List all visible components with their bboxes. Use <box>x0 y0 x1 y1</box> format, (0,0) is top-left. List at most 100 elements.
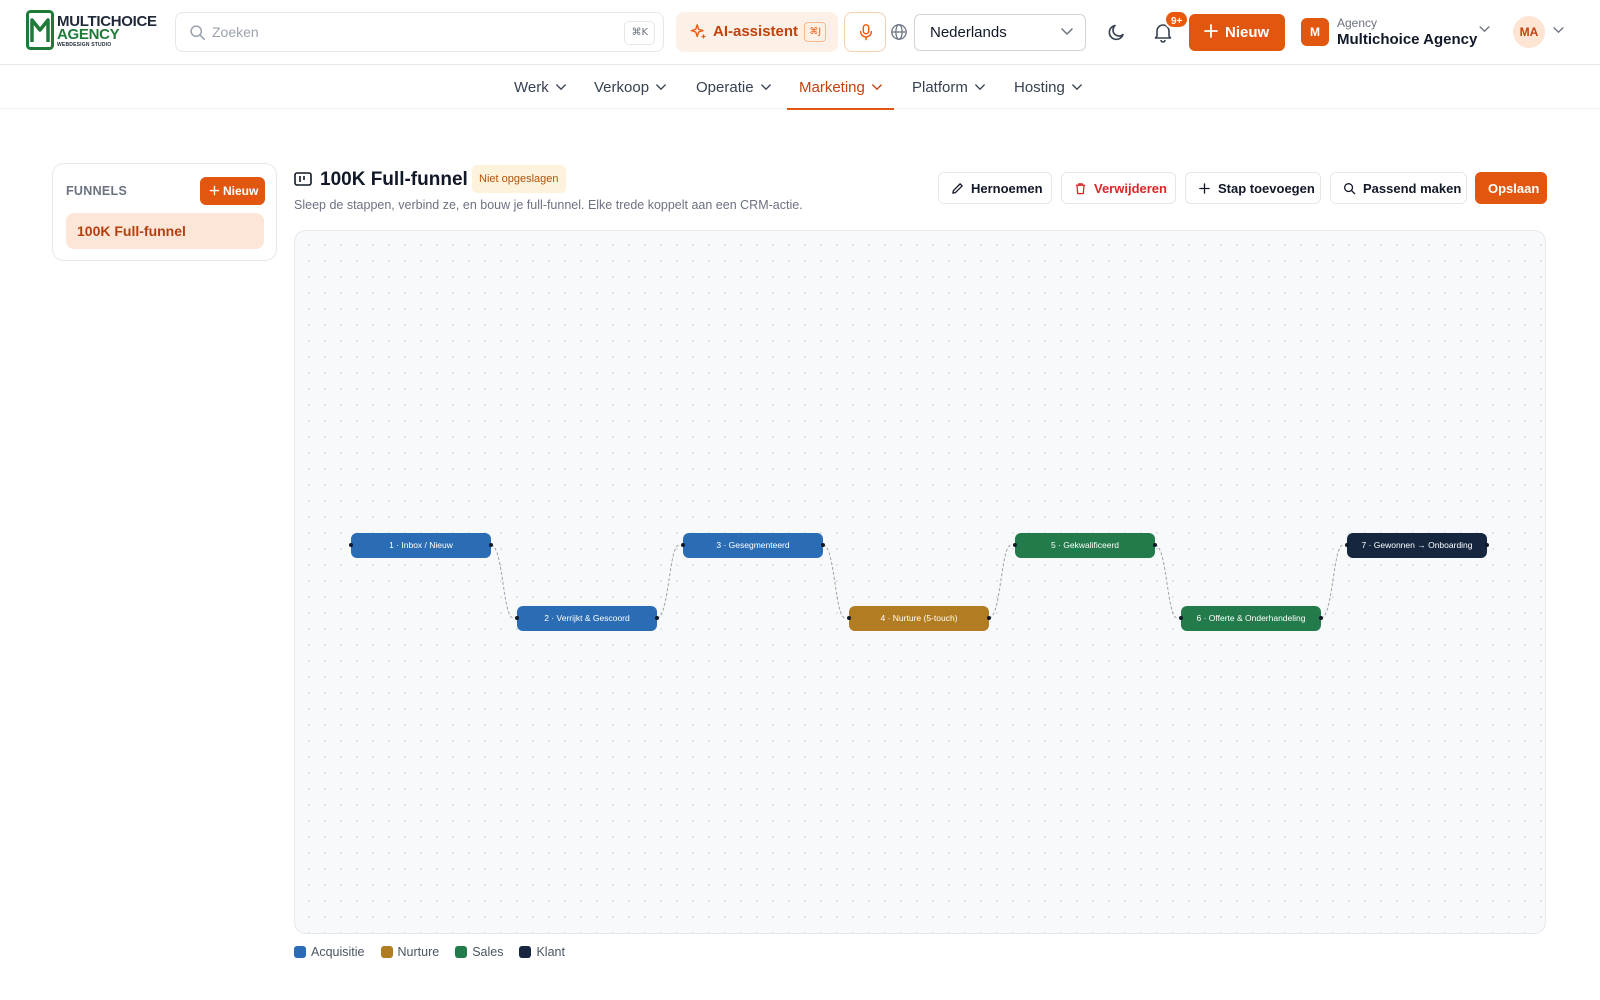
plus-icon <box>1199 183 1210 194</box>
chevron-down-icon <box>975 83 985 90</box>
nav-item-werk[interactable]: Werk <box>514 65 566 109</box>
node-output-handle[interactable] <box>489 543 493 547</box>
legend-label: Sales <box>472 945 504 959</box>
funnel-step-node[interactable]: 7 · Gewonnen → Onboarding <box>1345 533 1489 558</box>
node-input-handle[interactable] <box>847 616 851 620</box>
funnel-step-node[interactable]: 6 · Offerte & Onderhandeling <box>1179 606 1323 631</box>
search-icon <box>190 25 206 41</box>
node-output-handle[interactable] <box>987 616 991 620</box>
node-input-handle[interactable] <box>681 543 685 547</box>
funnel-step-node[interactable]: 3 · Gesegmenteerd <box>681 533 825 558</box>
node-output-handle[interactable] <box>1319 616 1323 620</box>
node-output-handle[interactable] <box>1485 543 1489 547</box>
rename-label: Hernoemen <box>971 181 1043 196</box>
save-button[interactable]: Opslaan <box>1475 172 1547 204</box>
chevron-down-icon <box>1553 27 1564 34</box>
funnel-step-label: 3 · Gesegmenteerd <box>716 540 790 550</box>
chevron-down-icon <box>555 83 566 90</box>
new-funnel-button[interactable]: Nieuw <box>200 177 265 205</box>
search-input[interactable] <box>212 21 592 43</box>
nav-item-marketing[interactable]: Marketing <box>787 65 894 110</box>
ai-assistant-button[interactable]: AI-assistent ⌘J <box>676 12 838 52</box>
legend-item-sales: Sales <box>455 945 503 959</box>
funnel-edges <box>490 544 1344 619</box>
chevron-down-icon <box>1061 28 1073 35</box>
funnel-edge <box>1154 544 1178 619</box>
nav-item-label: Verkoop <box>594 78 650 96</box>
microphone-icon <box>859 24 873 41</box>
plus-icon <box>1204 24 1218 38</box>
new-item-button[interactable]: Nieuw <box>1189 14 1285 51</box>
add-step-label: Stap toevoegen <box>1218 181 1315 196</box>
legend-swatch <box>519 946 532 958</box>
ai-shortcut: ⌘J <box>804 22 826 42</box>
nav-item-label: Marketing <box>799 78 865 96</box>
funnel-list-item[interactable]: 100K Full-funnel <box>66 213 264 249</box>
nav-item-hosting[interactable]: Hosting <box>1014 65 1082 109</box>
page-subtitle: Sleep de stappen, verbind ze, en bouw je… <box>294 198 803 212</box>
node-input-handle[interactable] <box>349 543 353 547</box>
category-legend: Acquisitie Nurture Sales Klant <box>294 945 565 959</box>
dark-mode-toggle-icon[interactable] <box>1107 22 1127 42</box>
node-output-handle[interactable] <box>821 543 825 547</box>
funnel-canvas[interactable]: 1 · Inbox / Nieuw 2 · Verrijkt & Gescoor… <box>294 230 1546 934</box>
legend-item-acquisitie: Acquisitie <box>294 945 365 959</box>
sparkles-icon <box>690 24 707 40</box>
fit-view-button[interactable]: Passend maken <box>1330 172 1467 204</box>
rename-button[interactable]: Hernoemen <box>938 172 1052 204</box>
chevron-down-icon <box>1479 26 1490 33</box>
nav-item-label: Hosting <box>1014 78 1065 96</box>
logo-text-line3: WEBDESIGN STUDIO <box>57 42 112 48</box>
node-input-handle[interactable] <box>1179 616 1183 620</box>
funnels-panel: FUNNELS Nieuw 100K Full-funnel <box>52 163 277 261</box>
funnel-step-node[interactable]: 4 · Nurture (5-touch) <box>847 606 991 631</box>
funnel-step-node[interactable]: 2 · Verrijkt & Gescoord <box>515 606 659 631</box>
fit-view-label: Passend maken <box>1363 181 1462 196</box>
agency-name: Multichoice Agency <box>1337 31 1478 48</box>
funnel-step-node[interactable]: 1 · Inbox / Nieuw <box>349 533 493 558</box>
brand-logo[interactable]: MULTICHOICE AGENCY WEBDESIGN STUDIO <box>26 10 160 52</box>
save-label: Opslaan <box>1488 181 1540 196</box>
node-input-handle[interactable] <box>515 616 519 620</box>
logo-text-line2: AGENCY <box>57 26 120 43</box>
add-step-button[interactable]: Stap toevoegen <box>1185 172 1321 204</box>
trash-icon <box>1075 183 1086 195</box>
legend-label: Nurture <box>397 945 440 959</box>
node-input-handle[interactable] <box>1345 543 1349 547</box>
nav-item-platform[interactable]: Platform <box>912 65 985 109</box>
nav-item-label: Platform <box>912 78 968 96</box>
nav-item-operatie[interactable]: Operatie <box>696 65 771 109</box>
pencil-icon <box>952 183 963 194</box>
logo-mark-icon <box>26 10 54 50</box>
node-output-handle[interactable] <box>655 616 659 620</box>
page-title: 100K Full-funnel <box>320 169 468 190</box>
funnel-step-label: 4 · Nurture (5-touch) <box>880 613 958 623</box>
ai-assistant-label: AI-assistent <box>713 23 799 40</box>
agency-label: Agency <box>1337 16 1378 30</box>
funnel-step-label: 6 · Offerte & Onderhandeling <box>1196 613 1306 623</box>
legend-label: Acquisitie <box>311 945 365 959</box>
top-bar: MULTICHOICE AGENCY WEBDESIGN STUDIO ⌘K A… <box>0 0 1600 65</box>
search-box[interactable]: ⌘K <box>175 12 664 52</box>
delete-button[interactable]: Verwijderen <box>1061 172 1176 204</box>
voice-input-button[interactable] <box>844 12 886 52</box>
user-avatar: MA <box>1513 16 1545 48</box>
language-select[interactable]: Nederlands <box>914 14 1086 51</box>
notification-count-badge: 9+ <box>1164 10 1190 29</box>
delete-label: Verwijderen <box>1094 181 1167 196</box>
funnel-edge <box>490 544 514 619</box>
legend-item-klant: Klant <box>519 945 565 959</box>
node-input-handle[interactable] <box>1013 543 1017 547</box>
legend-swatch <box>380 946 393 958</box>
agency-avatar: M <box>1301 18 1329 46</box>
nav-item-verkoop[interactable]: Verkoop <box>594 65 666 109</box>
nav-item-label: Werk <box>514 78 549 96</box>
new-funnel-label: Nieuw <box>223 184 259 198</box>
node-output-handle[interactable] <box>1153 543 1157 547</box>
funnel-step-node[interactable]: 5 · Gekwalificeerd <box>1013 533 1157 558</box>
status-badge: Niet opgeslagen <box>472 165 566 193</box>
main-nav: Werk Verkoop Operatie Marketing Platform… <box>0 65 1600 110</box>
legend-item-nurture: Nurture <box>380 945 440 959</box>
funnel-edge <box>988 544 1012 619</box>
funnel-step-label: 1 · Inbox / Nieuw <box>389 540 453 550</box>
